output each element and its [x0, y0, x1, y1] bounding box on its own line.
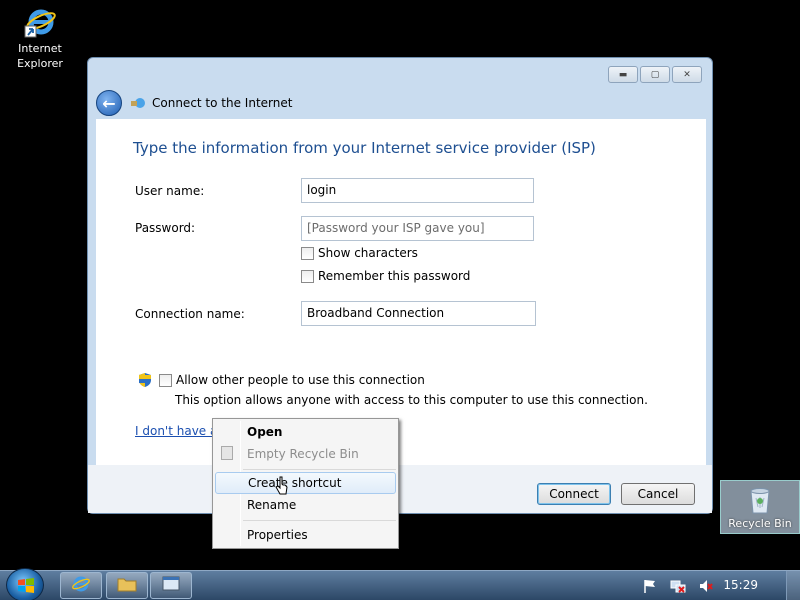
menu-item-open[interactable]: Open — [215, 421, 396, 443]
connection-name-label: Connection name: — [135, 307, 245, 321]
show-desktop-button[interactable] — [786, 571, 800, 600]
system-tray — [630, 571, 800, 600]
password-field[interactable]: [Password your ISP gave you] — [301, 216, 534, 241]
taskbar-connect-to-internet[interactable] — [150, 572, 192, 599]
desktop-icon-recycle-bin[interactable]: Recycle Bin — [720, 480, 800, 534]
minimize-icon: ▬ — [618, 69, 628, 80]
taskbar-internet-explorer[interactable] — [60, 572, 102, 599]
checkbox-box[interactable] — [301, 246, 314, 260]
clock[interactable]: 15:29 — [723, 578, 758, 592]
page-heading: Type the information from your Internet … — [133, 139, 596, 157]
username-label: User name: — [135, 184, 205, 198]
menu-item-create-shortcut[interactable]: Create shortcut — [215, 472, 396, 494]
mouse-cursor-icon — [275, 476, 289, 496]
menu-item-rename[interactable]: Rename — [215, 494, 396, 516]
desktop-icon-label: Recycle Bin — [728, 517, 792, 530]
taskbar: 15:29 — [0, 568, 800, 600]
menu-item-empty-recycle-bin[interactable]: Empty Recycle Bin — [215, 443, 396, 465]
uac-shield-icon — [137, 372, 153, 388]
allow-others-label: Allow other people to use this connectio… — [176, 373, 425, 387]
username-field[interactable]: login — [301, 178, 534, 203]
windows-logo-icon — [18, 578, 34, 593]
close-icon: ✕ — [683, 69, 691, 80]
start-button[interactable] — [6, 568, 44, 600]
checkbox-box[interactable] — [159, 373, 172, 387]
network-window-icon — [161, 575, 181, 596]
context-menu: Open Empty Recycle Bin Create shortcut R… — [212, 418, 399, 549]
action-center-flag-icon[interactable] — [642, 578, 658, 594]
volume-muted-icon[interactable] — [698, 578, 714, 594]
window-title: Connect to the Internet — [152, 96, 293, 110]
checkbox-box[interactable] — [301, 269, 314, 283]
connect-button[interactable]: Connect — [537, 483, 611, 505]
back-arrow-icon: ← — [102, 93, 116, 113]
title-bar: ← Connect to the Internet — [96, 89, 292, 117]
allow-others-checkbox[interactable]: Allow other people to use this connectio… — [137, 372, 425, 388]
remember-password-checkbox[interactable]: Remember this password — [301, 269, 470, 283]
connect-to-internet-window: ▬ ▢ ✕ ← Connect to the Internet Type the… — [87, 57, 713, 514]
cancel-button[interactable]: Cancel — [621, 483, 695, 505]
no-isp-link[interactable]: I don't have an ISP — [135, 424, 217, 438]
internet-explorer-icon — [71, 574, 91, 597]
close-button[interactable]: ✕ — [672, 66, 702, 83]
recycle-bin-icon — [747, 485, 773, 515]
allow-others-description: This option allows anyone with access to… — [175, 393, 648, 407]
folder-icon — [117, 575, 137, 596]
window-controls: ▬ ▢ ✕ — [608, 66, 702, 83]
dialog-content: Type the information from your Internet … — [96, 119, 706, 465]
dialog-footer: Connect Cancel — [88, 465, 712, 513]
network-disconnected-icon[interactable] — [670, 578, 686, 594]
menu-separator — [243, 469, 396, 470]
desktop: Internet Explorer Recycle Bin ▬ ▢ ✕ ← Co… — [0, 0, 800, 600]
password-label: Password: — [135, 221, 196, 235]
internet-explorer-icon — [24, 6, 56, 38]
maximize-button[interactable]: ▢ — [640, 66, 670, 83]
minimize-button[interactable]: ▬ — [608, 66, 638, 83]
maximize-icon: ▢ — [650, 69, 660, 80]
desktop-icon-label: Internet — [18, 42, 62, 55]
connection-name-field[interactable]: Broadband Connection — [301, 301, 536, 326]
show-characters-label: Show characters — [318, 246, 418, 260]
menu-item-properties[interactable]: Properties — [215, 524, 396, 546]
back-button[interactable]: ← — [96, 90, 122, 116]
desktop-icon-label: Explorer — [17, 57, 63, 70]
desktop-icon-internet-explorer[interactable]: Internet Explorer — [8, 6, 72, 71]
network-icon — [130, 96, 146, 110]
taskbar-windows-explorer[interactable] — [106, 572, 148, 599]
remember-password-label: Remember this password — [318, 269, 471, 283]
show-characters-checkbox[interactable]: Show characters — [301, 246, 418, 260]
menu-separator — [243, 520, 396, 521]
